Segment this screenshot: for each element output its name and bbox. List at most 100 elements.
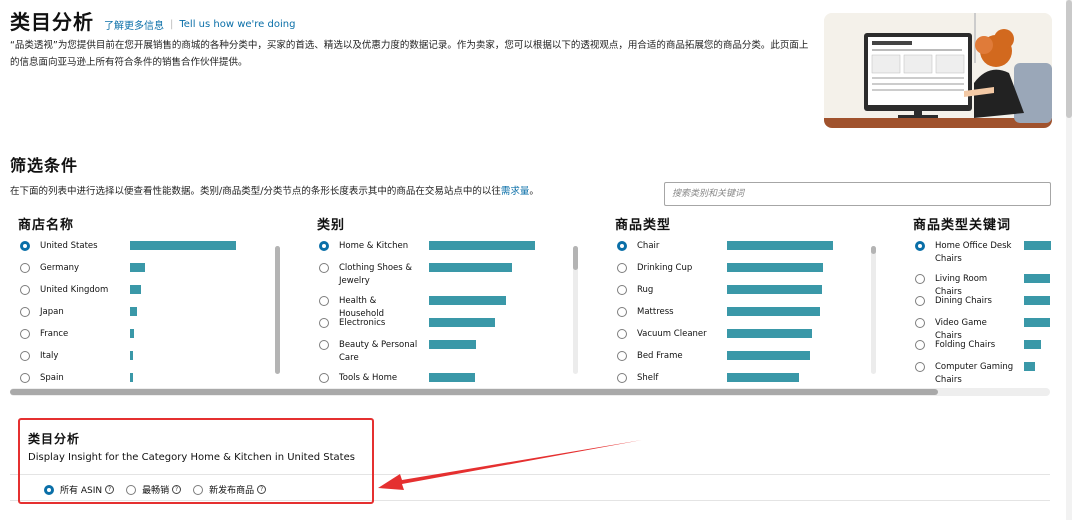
- radio-unselected[interactable]: [617, 307, 627, 317]
- help-icon[interactable]: ?: [172, 485, 182, 494]
- radio-selected[interactable]: [617, 241, 627, 251]
- link-separator: |: [170, 19, 174, 30]
- radio-unselected[interactable]: [20, 329, 30, 339]
- list-item-label: Drinking Cup: [637, 263, 693, 273]
- list-item[interactable]: Vacuum Cleaner: [617, 328, 721, 341]
- category-insight-box: 类目分析 Display Insight for the Category Ho…: [18, 418, 374, 504]
- radio-unselected[interactable]: [617, 373, 627, 383]
- list-item[interactable]: Italy: [20, 350, 124, 363]
- radio-unselected[interactable]: [319, 263, 329, 273]
- demand-bar: [727, 373, 799, 382]
- list-item[interactable]: United States: [20, 240, 124, 253]
- list-item[interactable]: Electronics: [319, 317, 423, 330]
- list-item[interactable]: Rug: [617, 284, 721, 297]
- radio-unselected[interactable]: [319, 318, 329, 328]
- radio-unselected[interactable]: [617, 329, 627, 339]
- radio-unselected[interactable]: [20, 263, 30, 273]
- list-item[interactable]: Japan: [20, 306, 124, 319]
- list-item[interactable]: Chair: [617, 240, 721, 253]
- radio-unselected[interactable]: [319, 373, 329, 383]
- demand-bar: [1024, 241, 1051, 250]
- store-list: United States Germany United Kingdom Japan F…: [16, 240, 286, 388]
- list-item-label: Dining Chairs: [935, 296, 992, 306]
- list-item-label: Computer Gaming Chairs: [935, 362, 1014, 385]
- demand-bar: [429, 318, 495, 327]
- list-item[interactable]: Mattress: [617, 306, 721, 319]
- radio-selected[interactable]: [44, 484, 54, 495]
- radio-unselected[interactable]: [617, 285, 627, 295]
- page-scrollbar-thumb[interactable]: [1066, 0, 1072, 118]
- filters-title: 筛选条件: [10, 156, 79, 175]
- feedback-link[interactable]: Tell us how we're doing: [179, 19, 295, 30]
- insight-option[interactable]: 所有 ASIN?: [44, 483, 115, 496]
- page-scrollbar[interactable]: [1066, 0, 1072, 520]
- list-item-label: Spain: [40, 373, 64, 383]
- list-item[interactable]: Folding Chairs: [915, 339, 1015, 352]
- list-item[interactable]: Drinking Cup: [617, 262, 721, 275]
- list-item[interactable]: United Kingdom: [20, 284, 124, 297]
- demand-bar: [727, 263, 823, 272]
- columns-horizontal-scrollbar-thumb[interactable]: [10, 389, 938, 395]
- radio-unselected[interactable]: [617, 263, 627, 273]
- demand-bar: [130, 329, 134, 338]
- list-item-label: Clothing Shoes & Jewelry: [339, 263, 413, 286]
- list-item-label: Italy: [40, 351, 59, 361]
- radio-unselected[interactable]: [319, 340, 329, 350]
- product-type-list-scrollbar[interactable]: [871, 246, 876, 374]
- radio-selected[interactable]: [915, 241, 925, 251]
- radio-selected[interactable]: [20, 241, 30, 251]
- radio-unselected[interactable]: [915, 318, 925, 328]
- category-keyword-search-input[interactable]: [664, 182, 1051, 206]
- radio-unselected[interactable]: [20, 307, 30, 317]
- radio-unselected[interactable]: [20, 373, 30, 383]
- columns-horizontal-scrollbar[interactable]: [10, 388, 1050, 396]
- list-item[interactable]: Home Office Desk Chairs: [915, 240, 1015, 266]
- list-item[interactable]: Germany: [20, 262, 124, 275]
- radio-unselected[interactable]: [915, 274, 925, 284]
- category-list-scrollbar[interactable]: [573, 246, 578, 374]
- person-at-computer-illustration: [824, 13, 1052, 128]
- page-header: 类目分析 了解更多信息 | Tell us how we're doing: [10, 6, 295, 35]
- insight-options: 所有 ASIN? 最畅销? 新发布商品?: [44, 483, 278, 496]
- radio-unselected[interactable]: [20, 351, 30, 361]
- list-item[interactable]: Computer Gaming Chairs: [915, 361, 1015, 387]
- list-item[interactable]: Bed Frame: [617, 350, 721, 363]
- store-list-scrollbar-thumb[interactable]: [275, 246, 280, 374]
- list-item[interactable]: Beauty & Personal Care: [319, 339, 423, 365]
- product-type-list-scrollbar-thumb[interactable]: [871, 246, 876, 254]
- insight-option[interactable]: 最畅销?: [126, 483, 182, 496]
- learn-more-link[interactable]: 了解更多信息: [104, 17, 164, 32]
- demand-bar: [130, 307, 137, 316]
- radio-unselected[interactable]: [20, 285, 30, 295]
- radio-unselected[interactable]: [617, 351, 627, 361]
- filters-description-end: 。: [529, 186, 539, 197]
- radio-unselected[interactable]: [193, 484, 204, 495]
- demand-link[interactable]: 需求量: [501, 186, 530, 197]
- list-item[interactable]: Dining Chairs: [915, 295, 1015, 308]
- radio-unselected[interactable]: [915, 340, 925, 350]
- keyword-column: 商品类型关键词 Home Office Desk Chairs Living Ro…: [911, 214, 1066, 390]
- insight-option-label: 最畅销: [142, 486, 170, 496]
- radio-selected[interactable]: [319, 241, 329, 251]
- radio-unselected[interactable]: [915, 296, 925, 306]
- title-links: 了解更多信息 | Tell us how we're doing: [104, 17, 295, 32]
- radio-unselected[interactable]: [319, 296, 329, 306]
- list-item[interactable]: Shelf: [617, 372, 721, 385]
- list-item[interactable]: Tools & Home: [319, 372, 423, 385]
- list-item[interactable]: Clothing Shoes & Jewelry: [319, 262, 423, 288]
- insight-option[interactable]: 新发布商品?: [193, 483, 267, 496]
- demand-bar: [727, 241, 833, 250]
- store-column: 商店名称 United States Germany United Kingdom J…: [16, 214, 286, 390]
- demand-bar: [429, 373, 475, 382]
- list-item[interactable]: Spain: [20, 372, 124, 385]
- list-item[interactable]: France: [20, 328, 124, 341]
- radio-unselected[interactable]: [915, 362, 925, 372]
- store-list-scrollbar[interactable]: [275, 246, 280, 374]
- category-list-scrollbar-thumb[interactable]: [573, 246, 578, 270]
- insight-option-label: 所有 ASIN: [60, 486, 103, 496]
- help-icon[interactable]: ?: [105, 485, 115, 494]
- help-icon[interactable]: ?: [257, 485, 267, 494]
- category-list: Home & Kitchen Clothing Shoes & Jewelry He…: [315, 240, 585, 388]
- list-item[interactable]: Home & Kitchen: [319, 240, 423, 253]
- radio-unselected[interactable]: [126, 484, 137, 495]
